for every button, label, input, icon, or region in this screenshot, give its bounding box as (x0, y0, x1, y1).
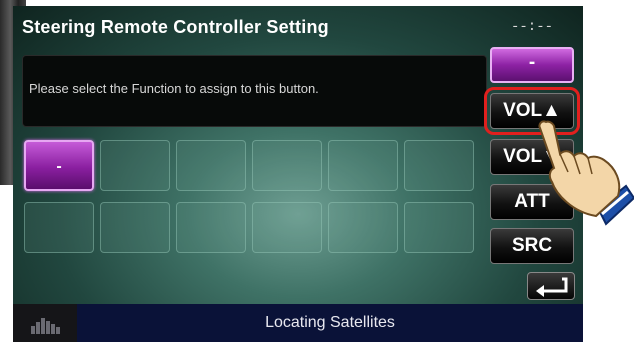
back-button[interactable] (527, 272, 575, 300)
equalizer-icon (31, 318, 60, 334)
grid-cell[interactable] (252, 202, 322, 253)
grid-cell[interactable] (100, 140, 170, 191)
grid-cell[interactable] (328, 140, 398, 191)
message-text: Please select the Function to assign to … (29, 81, 319, 96)
function-none-button[interactable]: - (490, 47, 574, 83)
grid-cell-label: - (56, 158, 62, 175)
page-title: Steering Remote Controller Setting (22, 17, 329, 37)
grid-cell[interactable] (404, 202, 474, 253)
grid-cell[interactable] (252, 140, 322, 191)
status-bar: Locating Satellites (13, 304, 583, 342)
grid-cell[interactable] (328, 202, 398, 253)
grid-cell-selected[interactable]: - (24, 140, 94, 191)
grid-cell[interactable] (100, 202, 170, 253)
return-arrow-icon (536, 277, 568, 297)
clock: --:-- (510, 19, 553, 35)
message-box: Please select the Function to assign to … (22, 55, 487, 127)
grid-cell[interactable] (24, 202, 94, 253)
grid-cell[interactable] (176, 202, 246, 253)
pointing-hand-icon (538, 120, 634, 226)
screen: Steering Remote Controller Setting --:--… (13, 6, 583, 342)
equalizer-button[interactable] (13, 304, 77, 342)
status-text: Locating Satellites (265, 314, 395, 331)
grid-cell[interactable] (404, 140, 474, 191)
grid-cell[interactable] (176, 140, 246, 191)
